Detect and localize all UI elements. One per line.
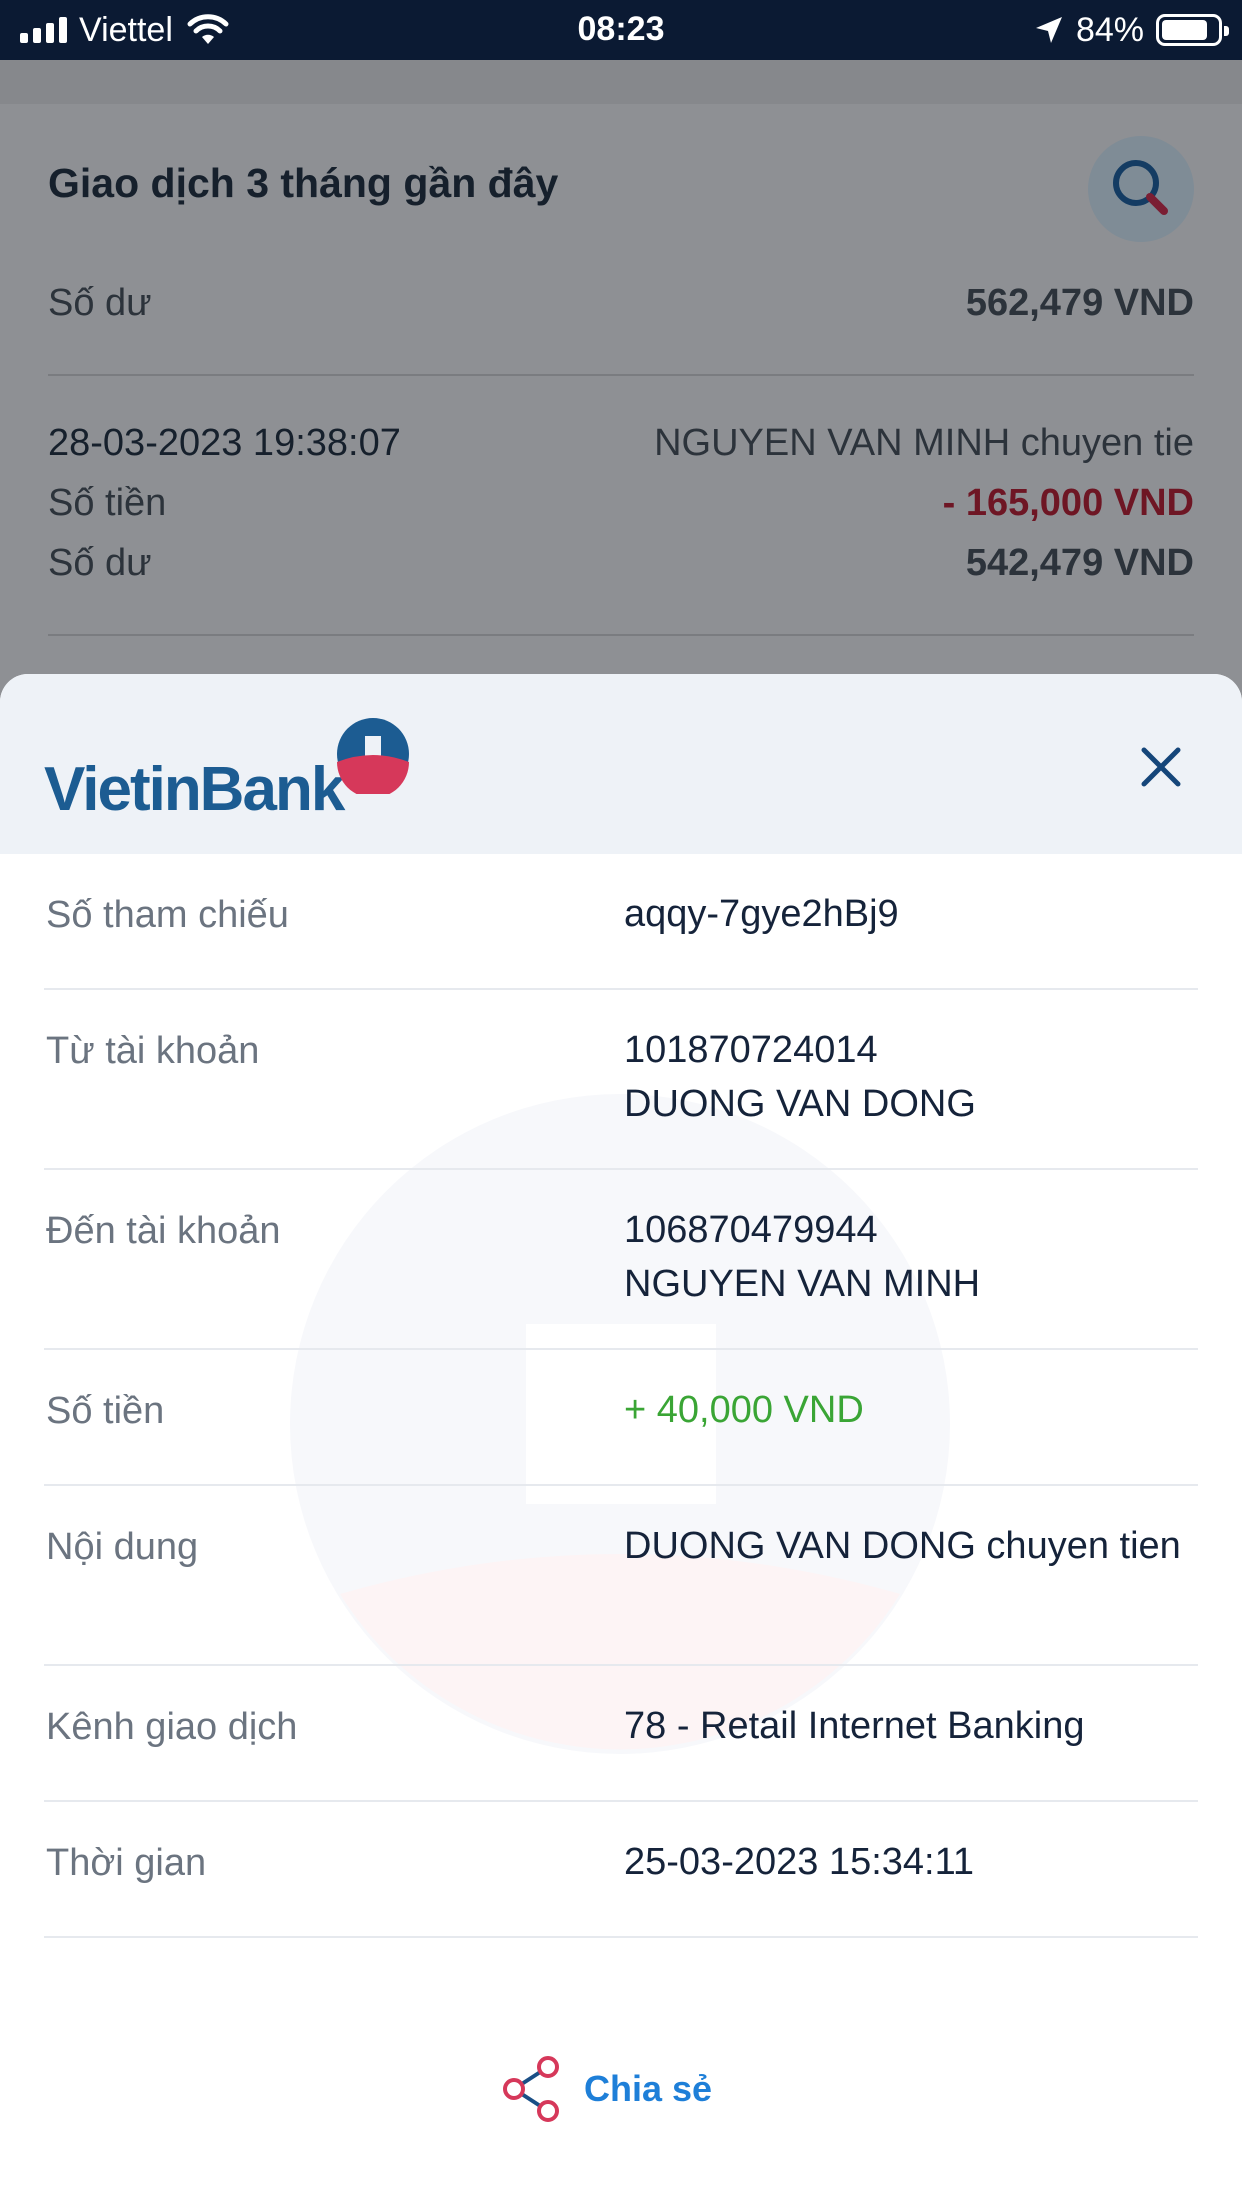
status-bar: Viettel 08:23 84% <box>0 0 1242 60</box>
from-account-name: DUONG VAN DONG <box>624 1083 976 1125</box>
reference-label: Số tham chiếu <box>46 894 289 936</box>
from-account-value: 101870724014 DUONG VAN DONG <box>624 1023 1184 1131</box>
to-account-label: Đến tài khoản <box>46 1210 281 1252</box>
transaction-balance-row: Số dư 542,479 VND <box>48 542 1194 585</box>
amount-label: Số tiền <box>48 482 167 524</box>
transaction-description: NGUYEN VAN MINH chuyen tie <box>654 422 1194 464</box>
channel-value: 78 - Retail Internet Banking <box>624 1705 1085 1747</box>
amount-value: - 165,000 VND <box>942 482 1194 524</box>
detail-row-time: Thời gian 25-03-2023 15:34:11 <box>44 1802 1198 1938</box>
from-account-number: 101870724014 <box>624 1029 878 1071</box>
to-account-number: 106870479944 <box>624 1209 878 1251</box>
share-icon <box>503 2056 559 2122</box>
status-right: 84% <box>1034 10 1229 50</box>
transaction-balance-label: Số dư <box>48 542 152 584</box>
nav-strip <box>0 60 1242 104</box>
search-button[interactable] <box>1088 136 1194 242</box>
balance-row: Số dư 562,479 VND <box>48 282 1194 325</box>
transactions-screen: Giao dịch 3 tháng gần đây Số dư 562,479 … <box>0 60 1242 680</box>
search-icon <box>1113 160 1168 215</box>
transaction-amount-row: Số tiền - 165,000 VND <box>48 482 1194 525</box>
sheet-header: VietinBank <box>0 674 1242 854</box>
logo-text: VietinBank <box>44 755 345 824</box>
transaction-item[interactable]: 28-03-2023 19:38:07 NGUYEN VAN MINH chuy… <box>48 422 1194 465</box>
detail-row-from-account: Từ tài khoản 101870724014 DUONG VAN DONG <box>44 990 1198 1170</box>
share-label: Chia sẻ <box>584 2068 713 2109</box>
to-account-name: NGUYEN VAN MINH <box>624 1263 981 1305</box>
battery-icon <box>1156 14 1229 46</box>
detail-row-reference: Số tham chiếu aqqy-7gye2hBj9 <box>44 854 1198 990</box>
transaction-datetime: 28-03-2023 19:38:07 <box>48 422 401 464</box>
time-value: 25-03-2023 15:34:11 <box>624 1841 975 1883</box>
amount-value: + 40,000 VND <box>624 1389 864 1431</box>
balance-value: 562,479 VND <box>965 282 1194 324</box>
transaction-detail-sheet: VietinBank Số tham chiếu aqqy-7gye2hBj9 … <box>0 674 1242 2208</box>
content-label: Nội dung <box>46 1526 199 1568</box>
from-account-label: Từ tài khoản <box>46 1030 260 1072</box>
reference-value: aqqy-7gye2hBj9 <box>624 893 899 935</box>
battery-fill <box>1162 20 1208 40</box>
balance-label: Số dư <box>48 282 152 324</box>
detail-row-amount: Số tiền + 40,000 VND <box>44 1350 1198 1486</box>
content-value: DUONG VAN DONG chuyen tien <box>624 1525 1181 1567</box>
to-account-value: 106870479944 NGUYEN VAN MINH <box>624 1203 1184 1311</box>
divider <box>48 374 1194 376</box>
vietinbank-logo: VietinBank <box>44 718 424 824</box>
location-arrow-icon <box>1035 17 1062 43</box>
close-icon[interactable] <box>1130 736 1192 798</box>
detail-list: Số tham chiếu aqqy-7gye2hBj9 Từ tài khoả… <box>44 854 1198 1938</box>
divider <box>48 634 1194 636</box>
page-title: Giao dịch 3 tháng gần đây <box>48 160 559 206</box>
channel-label: Kênh giao dịch <box>46 1706 298 1748</box>
detail-row-channel: Kênh giao dịch 78 - Retail Internet Bank… <box>44 1666 1198 1802</box>
detail-row-to-account: Đến tài khoản 106870479944 NGUYEN VAN MI… <box>44 1170 1198 1350</box>
amount-label: Số tiền <box>46 1390 165 1432</box>
detail-row-content: Nội dung DUONG VAN DONG chuyen tien <box>44 1486 1198 1666</box>
share-button[interactable]: Chia sẻ <box>500 2044 712 2134</box>
battery-percent: 84% <box>1075 10 1144 49</box>
logo-emblem-icon <box>337 718 409 794</box>
transaction-balance-value: 542,479 VND <box>965 542 1194 584</box>
time-label: Thời gian <box>46 1842 207 1884</box>
